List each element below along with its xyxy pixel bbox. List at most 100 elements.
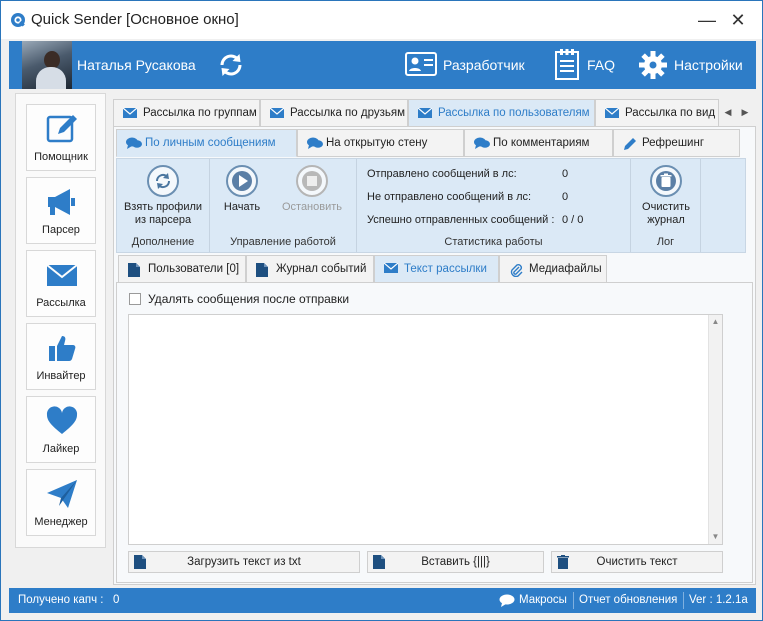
ribbon-group-label: Дополнение [131,236,195,248]
ribbon-group-control: Начать Остановить Управление работой [210,159,357,252]
sidebar-item-label: Лайкер [42,443,80,455]
sidebar-item-mailing[interactable]: Рассылка [26,250,96,317]
trash-icon [557,555,569,569]
minimize-button[interactable]: — [695,9,719,31]
main-window: Quick Sender [Основное окно] — ✕ Наталья… [0,0,763,621]
stop-icon [296,165,328,197]
document-icon [134,555,146,569]
envelope-icon [123,108,137,118]
ribbon-group-label: Статистика работы [444,236,543,248]
sidebar-item-inviter[interactable]: Инвайтер [26,323,96,390]
clear-text-button[interactable]: Очистить текст [551,551,723,573]
sidebar-item-manager[interactable]: Менеджер [26,469,96,536]
changelog-link[interactable]: Отчет обновления [579,594,677,606]
delete-after-send-checkbox[interactable] [129,293,141,305]
sidebar-item-helper[interactable]: Помощник [26,104,96,171]
sent-value: 0 [562,168,569,180]
developer-label: Разработчик [443,57,525,73]
title-bar: Quick Sender [Основное окно] — ✕ [1,1,762,39]
paper-plane-icon [47,480,77,508]
sync-icon[interactable] [215,49,247,81]
main-tab-strip: Рассылка по группам Рассылка по друзьям … [113,99,756,127]
take-profiles-label: Взять профили из парсера [123,201,203,226]
faq-button[interactable]: FAQ [554,49,624,81]
tab-refreshing[interactable]: Рефрешинг [613,129,740,157]
stop-label: Остановить [281,201,343,213]
document-icon [256,263,268,277]
tab-scroll-left-button[interactable]: ◀ [720,99,736,127]
message-textarea[interactable]: ▲ ▼ [128,314,723,545]
tab-mailing-by-type[interactable]: Рассылка по вид [595,99,719,127]
tab-label: Рассылка по друзьям [290,107,405,119]
tab-event-log[interactable]: Журнал событий [246,255,374,283]
chat-bubbles-icon [474,137,490,149]
tab-label: Текст рассылки [404,263,487,275]
close-button[interactable]: ✕ [726,9,750,31]
paperclip-icon [510,264,523,277]
load-txt-button[interactable]: Загрузить текст из txt [128,551,360,573]
developer-button[interactable]: Разработчик [405,49,525,81]
refresh-icon [147,165,179,197]
clear-log-label: Очистить журнал [642,201,690,226]
tab-label: Рассылка по пользователям [438,107,590,119]
play-icon [226,165,258,197]
thumbs-up-icon [49,336,76,361]
avatar-body [36,67,66,89]
ribbon: Взять профили из парсера Дополнение Нача… [116,158,746,253]
chat-bubbles-icon [126,137,142,149]
insert-label: Вставить {|||} [421,556,490,568]
tab-comments[interactable]: По комментариям [464,129,613,157]
avatar[interactable] [22,41,72,89]
scroll-up-icon[interactable]: ▲ [709,315,722,329]
tab-users[interactable]: Пользователи [0] [118,255,246,283]
delete-after-send-label: Удалять сообщения после отправки [148,292,350,306]
ribbon-group-label: Управление работой [230,236,336,248]
ribbon-group-addition: Взять профили из парсера Дополнение [117,159,210,252]
status-separator [573,592,574,609]
id-card-icon [405,52,437,76]
sidebar-item-label: Парсер [42,224,80,236]
message-scrollbar[interactable]: ▲ ▼ [708,315,722,544]
user-name[interactable]: Наталья Русакова [77,57,196,73]
clear-log-button[interactable]: Очистить журнал [633,165,699,227]
captcha-label: Получено капч : [18,594,104,606]
not-sent-label: Не отправлено сообщений в лс: [367,191,532,203]
tab-media-files[interactable]: Медиафайлы [499,255,607,283]
pen-icon [624,138,636,150]
heart-icon [46,406,78,434]
sidebar-item-liker[interactable]: Лайкер [26,396,96,463]
sidebar: Помощник Парсер Рассылка Инвайтер Лайкер… [15,93,106,548]
pencil-icon [46,115,77,143]
insert-button[interactable]: Вставить {|||} [367,551,544,573]
tab-private-messages[interactable]: По личным сообщениям [116,129,297,157]
sidebar-item-parser[interactable]: Парсер [26,177,96,244]
version-label: Ver : 1.2.1a [689,594,748,606]
tab-mailing-friends[interactable]: Рассылка по друзьям [260,99,408,127]
clear-text-label: Очистить текст [596,556,678,568]
sidebar-item-label: Рассылка [36,297,86,309]
start-button[interactable]: Начать [216,165,268,214]
success-value: 0 / 0 [562,214,584,226]
scroll-down-icon[interactable]: ▼ [709,530,722,544]
settings-label: Настройки [674,57,743,73]
tab-mailing-groups[interactable]: Рассылка по группам [113,99,260,127]
envelope-icon [46,264,78,286]
tab-scroll-right-button[interactable]: ▶ [737,99,753,127]
status-bar: Получено капч : 0 Макросы Отчет обновлен… [9,588,756,613]
start-label: Начать [223,201,261,213]
tab-mailing-users[interactable]: Рассылка по пользователям [408,99,595,127]
stop-button[interactable]: Остановить [272,165,352,214]
tab-label: Рефрешинг [642,137,705,149]
success-label: Успешно отправленных сообщений : [367,214,555,226]
sent-label: Отправлено сообщений в лс: [367,168,517,180]
settings-button[interactable]: Настройки [638,49,748,81]
tab-open-wall[interactable]: На открытую стену [297,129,464,157]
envelope-icon [270,108,284,118]
macros-label: Макросы [519,594,567,606]
window-title: Quick Sender [Основное окно] [31,11,239,28]
tab-mailing-text[interactable]: Текст рассылки [374,255,499,283]
sidebar-item-label: Менеджер [34,516,88,528]
tab-label: Медиафайлы [529,263,602,275]
faq-label: FAQ [587,57,616,73]
take-profiles-button[interactable]: Взять профили из парсера [119,165,207,227]
